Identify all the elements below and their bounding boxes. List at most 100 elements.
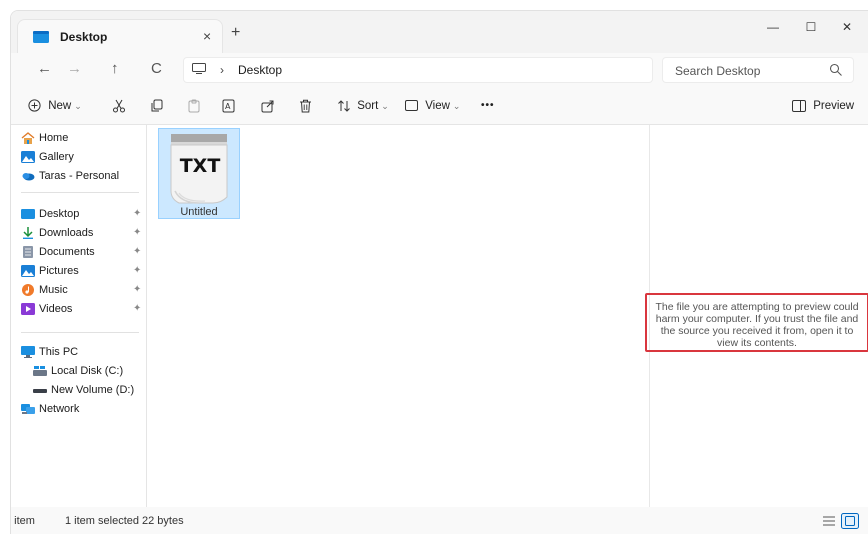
sidebar-item-this-pc[interactable]: This PC <box>21 344 78 360</box>
sidebar-item-label: Network <box>39 403 80 416</box>
pin-icon: ✦ <box>133 265 142 276</box>
sidebar-item-music[interactable]: Music <box>21 282 68 298</box>
file-list-area[interactable]: TXT Untitled <box>147 125 649 507</box>
file-type-text: TXT <box>180 155 221 177</box>
sidebar-item-new-volume-d[interactable]: New Volume (D:) <box>33 382 134 398</box>
sidebar-divider <box>21 192 139 193</box>
preview-pane-icon <box>792 99 806 112</box>
navigation-pane: Home Gallery Taras - Personal Desktop ✦ <box>11 125 147 507</box>
pin-icon: ✦ <box>133 303 142 314</box>
new-label: New <box>48 100 72 112</box>
monitor-icon <box>192 63 206 74</box>
sidebar-item-label: Taras - Personal <box>39 170 120 183</box>
music-icon <box>22 284 34 297</box>
pin-icon: ✦ <box>133 227 142 238</box>
pin-icon: ✦ <box>133 284 142 295</box>
tab-close-icon[interactable]: × <box>203 28 211 44</box>
videos-icon <box>21 303 35 316</box>
sidebar-item-label: Videos <box>39 303 73 316</box>
pin-icon: ✦ <box>133 246 142 257</box>
chevron-down-icon: ⌄ <box>74 101 82 111</box>
sidebar-item-label: Pictures <box>39 265 79 278</box>
file-item-untitled[interactable]: TXT Untitled <box>158 128 240 219</box>
up-button[interactable]: ↑ <box>111 61 119 77</box>
back-button[interactable]: ← <box>37 61 52 77</box>
sort-button[interactable]: Sort ⌄ <box>337 98 389 114</box>
rename-icon: A <box>222 99 235 113</box>
sidebar-item-label: This PC <box>39 346 79 359</box>
copy-button[interactable] <box>150 98 164 114</box>
sidebar-item-label: Gallery <box>39 151 74 164</box>
close-button[interactable]: ✕ <box>829 11 865 43</box>
search-box[interactable] <box>662 57 854 83</box>
sidebar-item-label: Home <box>39 132 69 145</box>
file-explorer-window: Desktop × + — ☐ ✕ ← → ↑ C › Desktop Sear… <box>10 10 868 534</box>
home-icon <box>21 132 35 145</box>
chevron-down-icon: ⌄ <box>381 101 389 111</box>
onedrive-icon <box>22 173 35 181</box>
pictures-icon <box>21 265 35 278</box>
sidebar-item-videos[interactable]: Videos <box>21 301 72 317</box>
downloads-icon <box>23 227 33 240</box>
details-view-icon[interactable] <box>821 514 837 528</box>
drive-icon <box>33 389 47 394</box>
breadcrumb-desktop[interactable]: Desktop <box>238 63 282 77</box>
network-icon <box>21 404 35 415</box>
cut-button[interactable] <box>112 98 126 114</box>
sidebar-divider <box>21 332 139 333</box>
address-bar[interactable]: › Desktop <box>183 57 653 83</box>
share-icon <box>261 100 274 113</box>
sort-icon <box>338 100 350 112</box>
local-disk-icon <box>33 366 47 377</box>
sidebar-item-gallery[interactable]: Gallery <box>21 149 74 165</box>
new-tab-button[interactable]: + <box>231 25 240 41</box>
minimize-button[interactable]: — <box>755 11 791 43</box>
view-icon <box>405 100 418 112</box>
large-icons-view-icon[interactable] <box>841 513 859 529</box>
sidebar-item-label: Music <box>39 284 68 297</box>
documents-icon <box>23 246 33 259</box>
sidebar-item-label: New Volume (D:) <box>51 384 135 397</box>
forward-button[interactable]: → <box>67 61 82 77</box>
sidebar-item-local-disk-c[interactable]: Local Disk (C:) <box>33 363 123 379</box>
scissors-icon <box>113 99 125 113</box>
preview-button[interactable]: Preview <box>792 98 854 114</box>
view-button[interactable]: View ⌄ <box>405 98 460 114</box>
more-options-button[interactable]: ••• <box>481 98 495 114</box>
sidebar-item-label: Downloads <box>39 227 94 240</box>
chevron-down-icon: ⌄ <box>452 101 461 111</box>
sidebar-item-network[interactable]: Network <box>21 401 79 417</box>
sidebar-item-desktop[interactable]: Desktop <box>21 206 79 222</box>
sidebar-item-label: Desktop <box>39 208 80 221</box>
sidebar-item-onedrive[interactable]: Taras - Personal <box>21 168 119 184</box>
search-input[interactable] <box>673 62 827 80</box>
tab-desktop[interactable]: Desktop × <box>17 19 223 53</box>
share-button[interactable] <box>261 98 275 114</box>
sidebar-item-home[interactable]: Home <box>21 130 68 146</box>
paste-icon <box>188 99 200 113</box>
sidebar-item-label: Local Disk (C:) <box>51 365 124 378</box>
search-icon[interactable] <box>829 63 843 77</box>
sidebar-item-documents[interactable]: Documents <box>21 244 95 260</box>
sidebar-item-pictures[interactable]: Pictures <box>21 263 79 279</box>
status-size: 22 bytes <box>142 515 184 527</box>
pin-icon: ✦ <box>133 208 142 219</box>
desktop-folder-icon <box>33 31 49 43</box>
new-button[interactable]: New ⌄ <box>28 98 82 114</box>
paste-button[interactable] <box>187 98 201 114</box>
copy-icon <box>151 99 163 112</box>
this-pc-icon <box>21 346 35 359</box>
gallery-icon <box>21 151 35 164</box>
refresh-button[interactable]: C <box>151 61 162 77</box>
desktop-icon <box>21 209 35 220</box>
rename-button[interactable]: A <box>222 98 236 114</box>
file-name-label[interactable]: Untitled <box>159 206 239 218</box>
title-bar: Desktop × + — ☐ ✕ <box>11 11 868 53</box>
plus-circle-icon <box>28 99 41 113</box>
sort-label: Sort <box>357 100 379 112</box>
delete-button[interactable] <box>299 98 312 114</box>
maximize-button[interactable]: ☐ <box>793 11 829 43</box>
svg-text:A: A <box>225 102 231 111</box>
sidebar-item-downloads[interactable]: Downloads <box>21 225 93 241</box>
breadcrumb-chevron-icon[interactable]: › <box>220 63 224 77</box>
